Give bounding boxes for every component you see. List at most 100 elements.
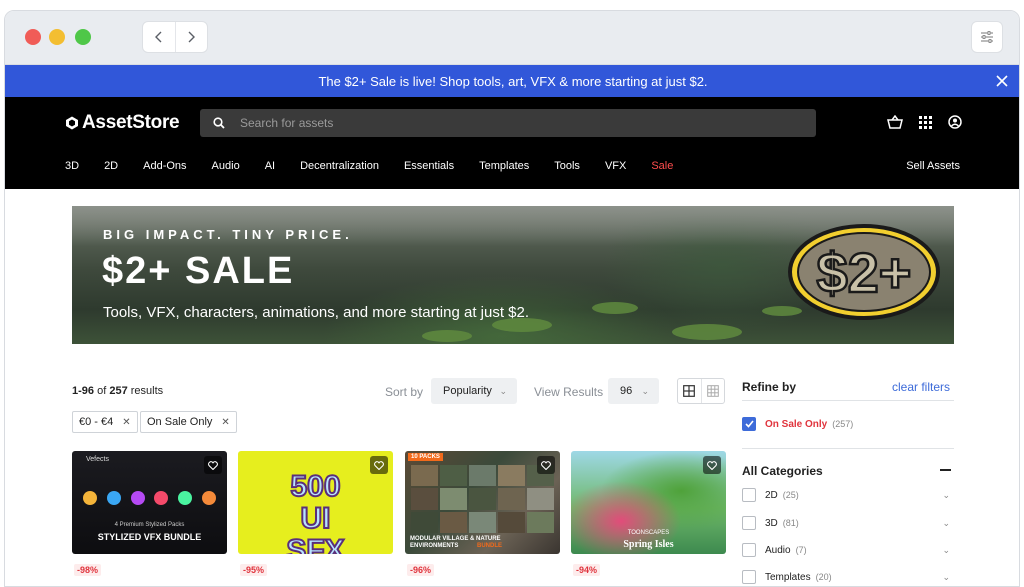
card-brand: TOONSCAPES [627,530,670,536]
asset-card[interactable]: Vefects 4 Premium Stylized Packs STYLIZE… [72,451,227,554]
minimize-window-button[interactable] [49,29,65,45]
card-title: 500 UI SFX [285,470,345,555]
banner-subtitle: Tools, VFX, characters, animations, and … [103,304,530,321]
card-art [78,489,221,507]
account-icon[interactable] [947,114,963,130]
results-label: results [130,385,164,397]
sale-badge-graphic: $2+ [788,224,940,320]
browser-chrome [5,11,1019,65]
header-actions [887,114,963,130]
collapse-icon[interactable] [940,469,951,471]
category-count: (20) [815,572,832,582]
nav-item-decentralization[interactable]: Decentralization [300,160,379,172]
category-filter-2d[interactable]: 2D (25) ⌄ [742,488,954,502]
forward-button[interactable] [174,22,207,52]
view-results-label: View Results [534,385,604,399]
category-filter-3d[interactable]: 3D (81) ⌄ [742,516,954,530]
category-filter-audio[interactable]: Audio (7) ⌄ [742,543,954,557]
chevron-down-icon: ⌄ [641,386,649,396]
asset-card[interactable]: TOONSCAPES Spring Isles [571,451,726,554]
wishlist-button[interactable] [703,456,721,474]
category-checkbox[interactable] [742,488,756,502]
banner-lily-pad [422,330,472,342]
heart-icon [707,460,717,470]
chevron-down-icon[interactable]: ⌄ [942,545,950,556]
sort-label: Sort by [385,385,424,399]
nav-item-sale[interactable]: Sale [651,160,673,172]
chevron-right-icon [188,31,196,43]
nav-item-vfx[interactable]: VFX [605,160,626,172]
grid-small-icon [707,385,719,397]
card-title: Spring Isles [623,539,674,550]
clear-filters-link[interactable]: clear filters [892,380,950,394]
nav-item-add-ons[interactable]: Add-Ons [143,160,186,172]
nav-item-templates[interactable]: Templates [479,160,529,172]
nav-item-ai[interactable]: AI [265,160,275,172]
sort-dropdown[interactable]: Popularity ⌄ [431,378,517,404]
filter-chip-label: €0 - €4 [79,416,114,428]
sell-assets-link[interactable]: Sell Assets [906,160,960,172]
category-label: 2D [765,489,778,501]
category-count: (81) [782,518,799,528]
discount-badge: -95% [240,564,268,576]
view-results-dropdown[interactable]: 96 ⌄ [608,378,659,404]
remove-filter-icon[interactable]: ✕ [122,417,130,428]
category-checkbox[interactable] [742,570,756,584]
discount-badge: -96% [407,564,435,576]
history-nav [142,21,208,53]
category-label: Templates [765,571,811,583]
maximize-window-button[interactable] [75,29,91,45]
nav-item-essentials[interactable]: Essentials [404,160,454,172]
nav-item-audio[interactable]: Audio [212,160,240,172]
small-grid-button[interactable] [700,379,724,403]
filter-chip-price[interactable]: €0 - €4 ✕ [72,411,138,433]
site-logo[interactable]: AssetStore [65,112,180,134]
category-checkbox[interactable] [742,516,756,530]
asset-card[interactable]: 10 PACKS MODULAR VILLAGE & NATURE ENVIRO… [405,451,560,554]
nav-item-tools[interactable]: Tools [554,160,580,172]
results-count: 1-96 of 257 results [72,385,163,397]
browser-settings-button[interactable] [971,21,1003,53]
large-grid-button[interactable] [678,379,701,403]
filter-chip-label: On Sale Only [147,416,213,428]
basket-icon[interactable] [887,114,903,130]
promo-close-button[interactable] [993,72,1011,90]
wishlist-button[interactable] [204,456,222,474]
chevron-down-icon[interactable]: ⌄ [942,518,950,529]
search-input[interactable] [240,116,800,130]
all-categories-heading: All Categories [742,464,823,478]
on-sale-filter[interactable]: On Sale Only (257) [742,417,853,431]
asset-card[interactable]: 500 UI SFX [238,451,393,554]
category-count: (25) [782,490,799,500]
nav-item-3d[interactable]: 3D [65,160,79,172]
card-accent: BUNDLE [477,543,502,549]
chevron-down-icon[interactable]: ⌄ [942,490,950,501]
sale-banner[interactable]: BIG IMPACT. TINY PRICE. $2+ SALE Tools, … [72,206,954,344]
close-window-button[interactable] [25,29,41,45]
search-icon[interactable] [204,109,234,137]
category-filter-templates[interactable]: Templates (20) ⌄ [742,570,954,584]
wishlist-button[interactable] [370,456,388,474]
remove-filter-icon[interactable]: ✕ [221,417,229,428]
close-icon [996,75,1008,87]
category-count: (7) [795,545,807,555]
nav-item-2d[interactable]: 2D [104,160,118,172]
apps-grid-icon[interactable] [917,114,933,130]
discount-badge: -94% [573,564,601,576]
on-sale-checkbox[interactable] [742,417,756,431]
card-title: STYLIZED VFX BUNDLE [97,532,202,542]
category-checkbox[interactable] [742,543,756,557]
view-results-value: 96 [620,385,633,397]
filter-chip-on-sale[interactable]: On Sale Only ✕ [140,411,237,433]
heart-icon [208,460,218,470]
chevron-down-icon[interactable]: ⌄ [942,572,950,583]
back-button[interactable] [143,22,175,52]
refine-by-heading: Refine by [742,380,797,394]
wishlist-button[interactable] [537,456,555,474]
sliders-icon [981,31,993,43]
card-art-grid [411,465,554,533]
unity-logo-icon [66,116,78,130]
search-bar [200,109,816,137]
heart-icon [374,460,384,470]
banner-tagline: BIG IMPACT. TINY PRICE. [103,227,353,242]
